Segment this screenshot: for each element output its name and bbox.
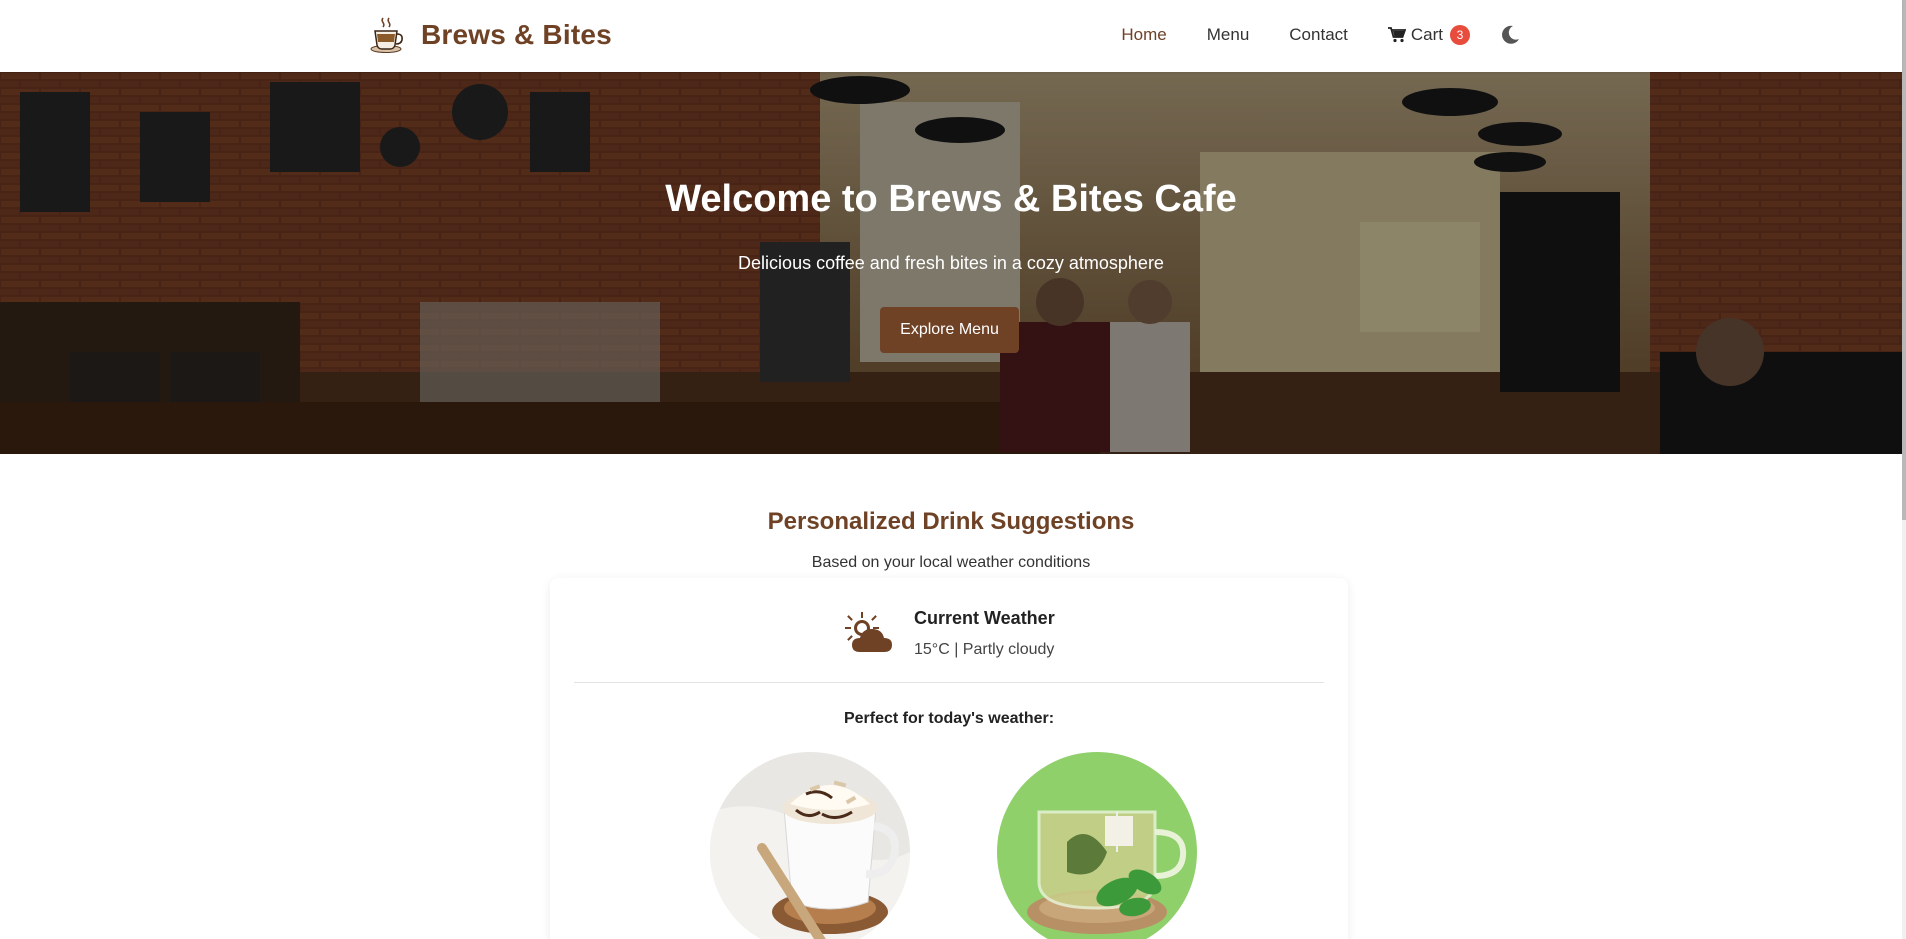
logo[interactable]: Brews & Bites	[369, 16, 612, 54]
shopping-cart-icon	[1387, 27, 1406, 43]
weather-suggestion-card: Current Weather 15°C | Partly cloudy Per…	[550, 578, 1348, 939]
nav-contact-link[interactable]: Contact	[1289, 25, 1348, 45]
weather-description: 15°C | Partly cloudy	[914, 641, 1055, 658]
brand-name: Brews & Bites	[421, 19, 612, 50]
moon-icon	[1502, 25, 1519, 44]
hero-subtitle: Delicious coffee and fresh bites in a co…	[738, 253, 1164, 273]
hero-banner: Welcome to Brews & Bites Cafe Delicious …	[0, 72, 1902, 454]
partly-cloudy-icon	[845, 612, 892, 652]
nav-menu-link[interactable]: Menu	[1207, 25, 1250, 45]
drink-suggestion-mocha-image[interactable]	[710, 752, 910, 939]
drink-suggestion-green-tea-image[interactable]	[997, 752, 1197, 939]
nav-home-link[interactable]: Home	[1121, 25, 1166, 45]
explore-menu-button[interactable]: Explore Menu	[880, 307, 1019, 353]
theme-toggle-button[interactable]	[1500, 24, 1522, 46]
cart-label: Cart	[1410, 25, 1443, 44]
weather-label: Current Weather	[914, 608, 1055, 628]
site-header: Brews & Bites Home Menu Contact Cart 3	[0, 0, 1902, 72]
suggestions-title: Personalized Drink Suggestions	[767, 508, 1135, 535]
scrollbar-thumb[interactable]	[1902, 0, 1906, 520]
hero-title: Welcome to Brews & Bites Cafe	[665, 178, 1237, 220]
suggestions-subtitle: Based on your local weather conditions	[811, 554, 1091, 571]
coffee-cup-icon	[370, 17, 403, 53]
main-nav: Home Menu Contact Cart 3	[1081, 0, 1522, 70]
perfect-for-weather-label: Perfect for today's weather:	[843, 710, 1055, 727]
cart-link[interactable]: Cart 3	[1387, 25, 1470, 45]
cart-count-badge: 3	[1450, 25, 1470, 45]
divider	[574, 682, 1324, 683]
